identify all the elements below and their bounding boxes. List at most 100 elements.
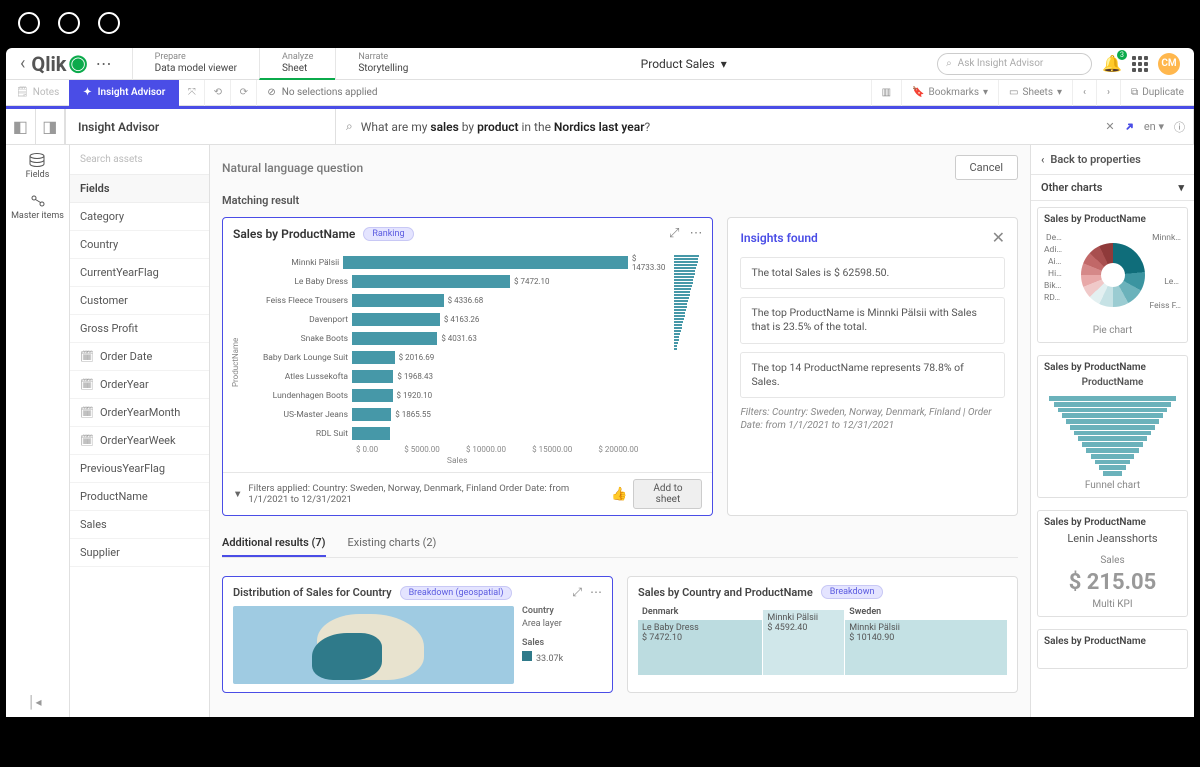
collapse-rail-icon[interactable]: │◂ [28,695,42,709]
tab-existing-charts[interactable]: Existing charts (2) [348,530,437,557]
nl-question-input[interactable]: ⌕ What are my sales by product in the No… [336,109,1194,144]
other-chart-last[interactable]: Sales by ProductName [1037,629,1188,669]
field-item[interactable]: 🗓OrderYearMonth [70,399,209,427]
x-axis-label: Sales [246,456,668,472]
field-item[interactable]: 🗓OrderYear [70,371,209,399]
insight-advisor-button[interactable]: ✦ Insight Advisor [69,80,179,106]
insight-item: The total Sales is $ 62598.50. [740,257,1005,289]
sheets-button[interactable]: ▭ Sheets ▾ [998,80,1072,106]
sc-title: Sales by Country and ProductName [638,586,813,599]
bar-row: Atles Lussekofta$ 1968.43 [246,367,668,386]
map-preview [233,606,514,684]
bar-row: Baby Dark Lounge Suit$ 2016.69 [246,348,668,367]
tab-additional-results[interactable]: Additional results (7) [222,530,326,557]
treemap-preview: Denmark Le Baby Dress$ 7472.10 Minnki Pä… [638,605,1007,675]
y-axis-label: ProductName [231,253,240,472]
search-icon: ⌕ [346,119,353,134]
app-launcher-icon[interactable] [1132,56,1148,72]
panel-toggle-right[interactable]: ◨ [36,109,66,144]
bar-row: Lundenhagen Boots$ 1920.10 [246,386,668,405]
more-icon[interactable]: ⋯ [88,54,120,73]
other-chart-funnel[interactable]: Sales by ProductName ProductName Funnel … [1037,355,1188,498]
other-chart-pie[interactable]: Sales by ProductName De… Adi… Ai… Hi… Bi… [1037,207,1188,343]
search-icon: ⌕ [946,58,952,69]
user-avatar[interactable]: CM [1158,53,1180,75]
bar-row: Feiss Fleece Trousers$ 4336.68 [246,291,668,310]
fullscreen-icon[interactable]: ⤢ [669,226,679,241]
bar-row: Minnki Pälsii$ 14733.30 [246,253,668,272]
chevron-down-icon: ▾ [721,57,727,71]
selections-tool-icon[interactable]: ⤧ [179,80,205,106]
field-item[interactable]: 🗓Order Date [70,343,209,371]
insights-filters-note: Filters: Country: Sweden, Norway, Denmar… [740,406,1005,433]
field-item[interactable]: Gross Profit [70,315,209,343]
field-item[interactable]: Sales [70,511,209,539]
bar-row: US-Master Jeans$ 1865.55 [246,405,668,424]
fullscreen-icon[interactable]: ⤢ [572,585,582,600]
insights-card: Insights found ✕ The total Sales is $ 62… [727,217,1018,516]
panel-toggle-left[interactable]: ◧ [6,109,36,144]
field-item[interactable]: Customer [70,287,209,315]
insights-title: Insights found [740,231,817,245]
back-button[interactable]: ‹ [14,53,31,74]
tab-narrate[interactable]: NarrateStorytelling [335,48,430,80]
minimap[interactable] [674,253,700,472]
submit-icon[interactable]: ➜ [1121,119,1137,135]
close-insights-icon[interactable]: ✕ [992,228,1005,247]
more-icon[interactable]: ⋯ [590,585,602,600]
tab-analyze[interactable]: AnalyzeSheet [259,48,335,80]
insight-item: The top ProductName is Minnki Pälsii wit… [740,297,1005,343]
field-item[interactable]: 🗓OrderYearWeek [70,427,209,455]
chart-title: Sales by ProductName [233,227,355,241]
tab-prepare[interactable]: PrepareData model viewer [132,48,259,80]
field-item[interactable]: CurrentYearFlag [70,259,209,287]
other-chart-kpi[interactable]: Sales by ProductName Lenin Jeansshorts S… [1037,510,1188,617]
cancel-button[interactable]: Cancel [955,155,1018,180]
asset-header: Fields [70,175,209,203]
chart-tag: Ranking [363,227,413,241]
field-item[interactable]: Category [70,203,209,231]
ia-label: Insight Advisor [66,109,336,144]
bar-row: Davenport$ 4163.26 [246,310,668,329]
qlik-logo: Qlik◉ [31,51,87,76]
thumbs-up-icon[interactable]: 👍 [611,487,627,502]
duplicate-button[interactable]: ⧉ Duplicate [1120,80,1194,106]
no-selections-label: ⊘No selections applied [257,87,387,98]
add-to-sheet-button[interactable]: Add to sheet [633,479,702,509]
rail-fields[interactable]: Fields [26,153,50,180]
notes-button[interactable]: 🗒Notes [6,87,69,98]
filters-applied-text: Filters applied: Country: Sweden, Norway… [248,483,605,505]
bookmarks-button[interactable]: 🔖 Bookmarks ▾ [901,80,998,106]
bar-row: Snake Boots$ 4031.63 [246,329,668,348]
selections-toggle-icon[interactable]: ▥ [871,80,901,106]
asset-search[interactable]: Search assets [70,145,209,175]
field-item[interactable]: PreviousYearFlag [70,455,209,483]
lang-select[interactable]: en ▾ [1144,120,1164,133]
back-to-properties[interactable]: ‹Back to properties [1031,145,1194,175]
additional-result-treemap[interactable]: Sales by Country and ProductName Breakdo… [627,576,1018,693]
step-forward-icon[interactable]: ⟳ [231,80,257,106]
field-item[interactable]: Supplier [70,539,209,567]
result-chart-card: Sales by ProductName Ranking ⤢ ⋯ Product… [222,217,713,516]
field-item[interactable]: ProductName [70,483,209,511]
insight-item: The top 14 ProductName represents 78.8% … [740,352,1005,398]
more-icon[interactable]: ⋯ [689,226,702,241]
additional-result-geospatial[interactable]: Distribution of Sales for Country Breakd… [222,576,613,693]
sc-tag: Breakdown [821,585,884,599]
sc-tag: Breakdown (geospatial) [400,586,513,600]
prev-sheet-button[interactable]: ‹ [1072,80,1096,106]
info-icon[interactable]: ⓘ [1174,119,1185,135]
nlq-label: Natural language question [222,161,363,175]
clear-icon[interactable]: ✕ [1105,120,1114,133]
notifications-icon[interactable]: 🔔3 [1102,54,1122,73]
bar-row: Le Baby Dress$ 7472.10 [246,272,668,291]
next-sheet-button[interactable]: › [1096,80,1120,106]
rail-master-items[interactable]: Master items [11,194,64,221]
field-item[interactable]: Country [70,231,209,259]
app-title[interactable]: Product Sales▾ [641,57,727,71]
other-charts-header[interactable]: Other charts▾ [1031,175,1194,201]
step-back-icon[interactable]: ⟲ [205,80,231,106]
ask-insight-search[interactable]: ⌕ Ask Insight Advisor [937,53,1092,75]
matching-label: Matching result [222,194,1018,207]
sc-title: Distribution of Sales for Country [233,586,392,599]
